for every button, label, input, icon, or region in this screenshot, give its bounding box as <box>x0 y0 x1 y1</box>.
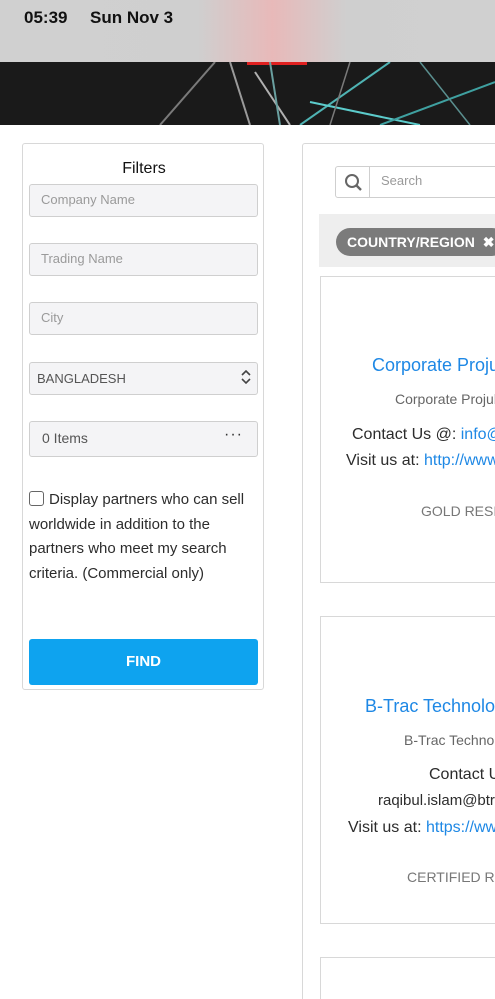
partner-name-link[interactable]: B-Trac Technolog <box>365 696 495 717</box>
filters-panel: Filters Company Name Trading Name City B… <box>22 143 264 690</box>
contact-label: Contact Us @: <box>352 426 457 443</box>
partner-card <box>320 957 495 999</box>
contact-label: Contact U <box>429 766 495 783</box>
items-multiselect[interactable]: 0 Items ··· <box>29 421 258 457</box>
items-count: 0 Items <box>42 430 88 446</box>
tag-label: COUNTRY/REGION <box>347 234 475 250</box>
more-icon[interactable]: ··· <box>224 426 243 444</box>
contact-row: Contact Us @: info@p <box>352 426 495 444</box>
search-input[interactable]: Search <box>381 173 422 188</box>
find-button[interactable]: FIND <box>29 639 258 685</box>
search-icon[interactable] <box>336 167 370 197</box>
status-date: Sun Nov 3 <box>90 8 174 27</box>
contact-email-link[interactable]: info@p <box>461 426 495 443</box>
worldwide-label: Display partners who can sell worldwide … <box>29 491 245 582</box>
chevron-updown-icon <box>241 369 251 385</box>
website-link[interactable]: https://ww <box>426 819 495 836</box>
website-label: Visit us at: <box>346 452 420 469</box>
website-row: Visit us at: http://www <box>346 452 495 470</box>
country-select[interactable]: BANGLADESH <box>29 362 258 395</box>
worldwide-option: Display partners who can sell worldwide … <box>29 488 255 586</box>
website-row: Visit us at: https://ww <box>348 819 495 837</box>
website-link[interactable]: http://www <box>424 452 495 469</box>
country-region-tag[interactable]: COUNTRY/REGION ✖ <box>336 228 495 256</box>
partner-tier: CERTIFIED RE <box>407 869 495 885</box>
trading-name-input[interactable]: Trading Name <box>29 243 258 276</box>
partner-name-link[interactable]: Corporate Proju <box>372 355 495 376</box>
website-label: Visit us at: <box>348 819 422 836</box>
close-icon[interactable]: ✖ <box>483 234 495 250</box>
search-box[interactable]: Search <box>335 166 495 198</box>
worldwide-checkbox[interactable] <box>29 491 44 506</box>
partner-tier: GOLD RESI <box>421 503 495 519</box>
partner-trading-name: Corporate Projul <box>395 391 495 407</box>
banner-graphic <box>159 62 495 125</box>
country-select-value: BANGLADESH <box>37 371 126 386</box>
company-name-input[interactable]: Company Name <box>29 184 258 217</box>
city-input[interactable]: City <box>29 302 258 335</box>
status-time: 05:39 <box>24 8 68 27</box>
filters-title: Filters <box>122 160 166 177</box>
status-bar: 05:39 Sun Nov 3 <box>0 0 495 62</box>
partner-trading-name: B-Trac Technol <box>404 732 495 748</box>
contact-email-link[interactable]: raqibul.islam@btr <box>378 792 495 809</box>
hero-banner <box>0 62 495 125</box>
